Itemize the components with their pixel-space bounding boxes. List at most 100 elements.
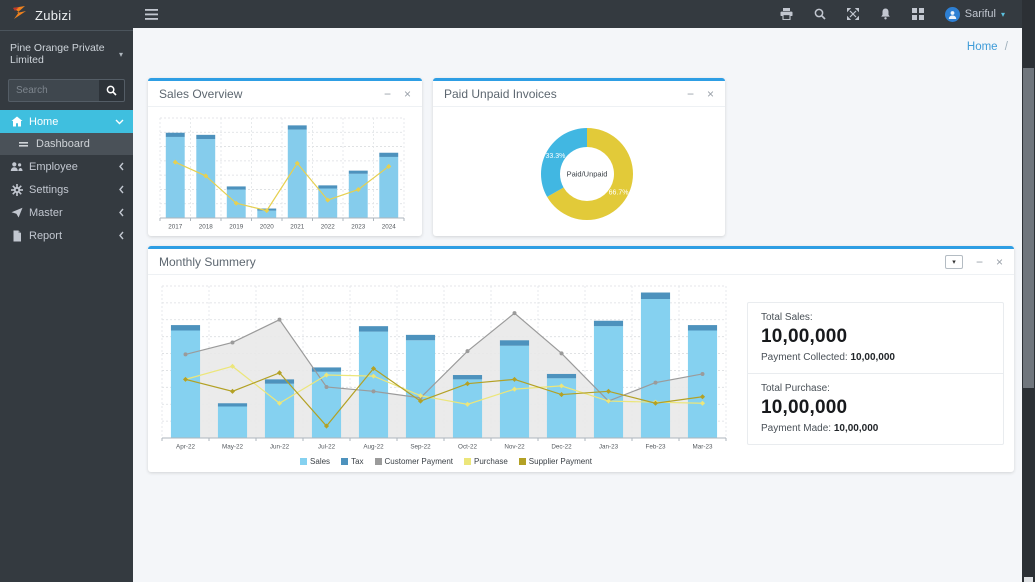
bell-icon[interactable] [880, 8, 891, 20]
svg-text:2023: 2023 [351, 224, 366, 231]
payment-made: Payment Made: 10,00,000 [761, 423, 990, 434]
search-button[interactable] [99, 79, 125, 102]
sidebar-item-master[interactable]: Master [0, 201, 133, 224]
brand[interactable]: Zubizi [0, 0, 133, 31]
legend-item-customer-payment[interactable]: Customer Payment [375, 457, 453, 466]
svg-text:2024: 2024 [382, 224, 397, 231]
paper-plane-icon [10, 207, 23, 218]
paid-unpaid-invoices-card: Paid Unpaid Invoices − × 66.7%33.3%Paid/… [433, 78, 725, 236]
company-selector[interactable]: Pine Orange Private Limited ▾ [0, 31, 133, 72]
avatar [945, 7, 960, 22]
svg-text:2022: 2022 [321, 224, 336, 231]
sidebar-item-label: Settings [29, 184, 69, 196]
chevron-left-icon [119, 208, 124, 217]
chevron-down-icon: ▾ [1001, 10, 1005, 19]
sales-overview-chart: 20172018201920202021202220232024 [156, 113, 412, 231]
svg-text:Oct-22: Oct-22 [458, 444, 477, 451]
svg-text:2020: 2020 [260, 224, 275, 231]
sidebar-item-label: Home [29, 116, 58, 128]
legend-label: Tax [351, 457, 363, 466]
user-menu[interactable]: Sariful ▾ [945, 7, 1005, 22]
sidebar-menu: Home Dashboard Employee [0, 110, 133, 247]
print-icon[interactable] [780, 8, 793, 20]
minimize-button[interactable]: − [687, 88, 694, 100]
sidebar-item-home[interactable]: Home [0, 110, 133, 133]
brand-name: Zubizi [35, 8, 71, 23]
search-icon[interactable] [814, 8, 826, 20]
username: Sariful [965, 8, 996, 20]
svg-text:Apr-22: Apr-22 [176, 444, 195, 451]
sales-overview-card: Sales Overview − × 201720182019202020212… [148, 78, 422, 236]
sidebar-item-dashboard[interactable]: Dashboard [0, 133, 133, 155]
svg-text:33.3%: 33.3% [545, 153, 565, 160]
gear-icon [10, 184, 23, 196]
sidebar-item-label: Employee [29, 161, 78, 173]
close-button[interactable]: × [996, 256, 1003, 268]
svg-text:Paid/Unpaid: Paid/Unpaid [567, 170, 608, 179]
legend-swatch [519, 458, 526, 465]
sidebar: Zubizi Pine Orange Private Limited ▾ Hom… [0, 0, 133, 582]
payment-collected-label: Payment Collected: [761, 352, 848, 363]
file-icon [10, 230, 23, 242]
chevron-left-icon [119, 162, 124, 171]
breadcrumb-home-link[interactable]: Home [967, 41, 998, 53]
company-name: Pine Orange Private Limited [10, 42, 115, 66]
legend-swatch [300, 458, 307, 465]
main-content: Home / Sales Overview − × 20172018201920… [133, 28, 1022, 582]
dashboard-icon [17, 142, 30, 147]
svg-text:Sep-22: Sep-22 [410, 444, 431, 451]
legend-swatch [464, 458, 471, 465]
svg-text:Mar-23: Mar-23 [693, 444, 713, 451]
scrollbar-corner [1024, 577, 1033, 582]
search-input[interactable] [8, 79, 99, 102]
payment-made-label: Payment Made: [761, 423, 831, 434]
svg-text:Jan-23: Jan-23 [599, 444, 619, 451]
legend-swatch [375, 458, 382, 465]
close-button[interactable]: × [404, 88, 411, 100]
search-icon [106, 85, 117, 96]
payment-collected: Payment Collected: 10,00,000 [761, 352, 990, 363]
legend-label: Sales [310, 457, 330, 466]
sidebar-item-report[interactable]: Report [0, 224, 133, 247]
minimize-button[interactable]: − [976, 256, 983, 268]
svg-text:Dec-22: Dec-22 [551, 444, 572, 451]
sidebar-item-label: Master [29, 207, 63, 219]
svg-text:Jun-22: Jun-22 [270, 444, 290, 451]
sidebar-item-settings[interactable]: Settings [0, 178, 133, 201]
total-sales-label: Total Sales: [761, 312, 990, 323]
sidebar-item-employee[interactable]: Employee [0, 155, 133, 178]
legend-label: Supplier Payment [529, 457, 592, 466]
period-select[interactable]: ▾ [945, 255, 963, 269]
sidebar-toggle-button[interactable] [145, 9, 158, 20]
legend-item-tax[interactable]: Tax [341, 457, 363, 466]
monthly-summary-card: Monthly Summery ▾ − × Apr-22May-22Jun-22… [148, 246, 1014, 472]
total-purchase-value: 10,00,000 [761, 397, 990, 419]
sidebar-item-label: Report [29, 230, 62, 242]
home-icon [10, 116, 23, 127]
apps-grid-icon[interactable] [912, 8, 924, 20]
card-title: Sales Overview [159, 87, 242, 101]
chevron-down-icon [115, 119, 124, 125]
close-button[interactable]: × [707, 88, 714, 100]
breadcrumb-separator: / [1005, 41, 1008, 53]
sidebar-item-label: Dashboard [36, 138, 90, 150]
svg-text:2019: 2019 [229, 224, 244, 231]
breadcrumb: Home / [133, 28, 1022, 54]
fullscreen-icon[interactable] [847, 8, 859, 20]
chevron-left-icon [119, 231, 124, 240]
svg-text:May-22: May-22 [222, 444, 243, 451]
users-icon [10, 161, 23, 172]
legend-item-sales[interactable]: Sales [300, 457, 330, 466]
chevron-down-icon: ▾ [119, 50, 123, 59]
legend-item-purchase[interactable]: Purchase [464, 457, 508, 466]
legend-swatch [341, 458, 348, 465]
paid-unpaid-donut-chart: 66.7%33.3%Paid/Unpaid [441, 113, 717, 235]
svg-text:Aug-22: Aug-22 [363, 444, 384, 451]
chevron-left-icon [119, 185, 124, 194]
scrollbar-thumb[interactable] [1023, 68, 1034, 388]
legend-item-supplier-payment[interactable]: Supplier Payment [519, 457, 592, 466]
svg-text:2021: 2021 [290, 224, 305, 231]
minimize-button[interactable]: − [384, 88, 391, 100]
card-title: Paid Unpaid Invoices [444, 87, 557, 101]
brand-logo-icon [10, 5, 28, 25]
